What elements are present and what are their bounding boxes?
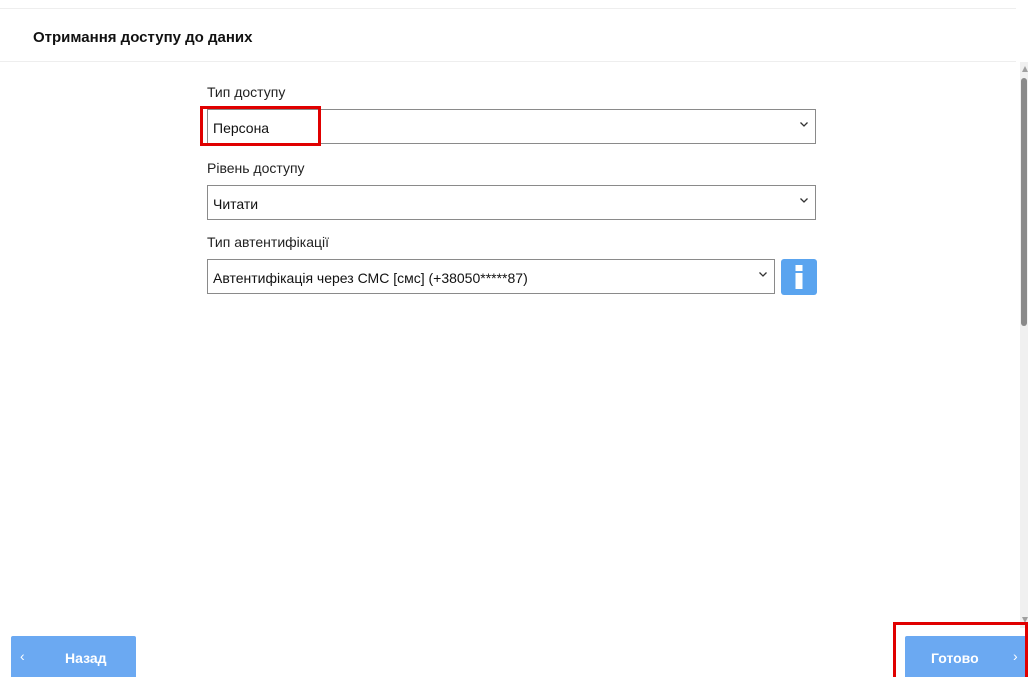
dialog-header: Отримання доступу до даних	[0, 9, 1016, 62]
auth-type-label: Тип автентифікації	[207, 234, 330, 250]
chevron-down-icon	[759, 272, 767, 277]
chevron-left-icon: ‹	[20, 648, 25, 664]
access-level-value: Читати	[213, 196, 259, 212]
back-button-label: Назад	[65, 650, 107, 666]
auth-type-select[interactable]: Автентифікація через СМС [смс] (+38050**…	[207, 259, 775, 294]
access-type-label: Тип доступу	[207, 84, 286, 100]
info-icon	[795, 265, 803, 289]
chevron-down-icon	[800, 122, 808, 127]
highlight-access-type	[200, 106, 321, 146]
auth-type-value: Автентифікація через СМС [смс] (+38050**…	[213, 270, 528, 286]
access-level-label: Рівень доступу	[207, 160, 305, 176]
auth-info-button[interactable]	[781, 259, 817, 295]
highlight-done-button	[893, 622, 1028, 677]
page-title: Отримання доступу до даних	[33, 29, 253, 46]
back-button[interactable]: ‹ Назад	[11, 636, 136, 677]
access-level-select[interactable]: Читати	[207, 185, 816, 220]
chevron-down-icon	[800, 198, 808, 203]
scrollbar-thumb[interactable]	[1021, 78, 1027, 326]
scroll-up-arrow-icon[interactable]	[1022, 66, 1028, 72]
